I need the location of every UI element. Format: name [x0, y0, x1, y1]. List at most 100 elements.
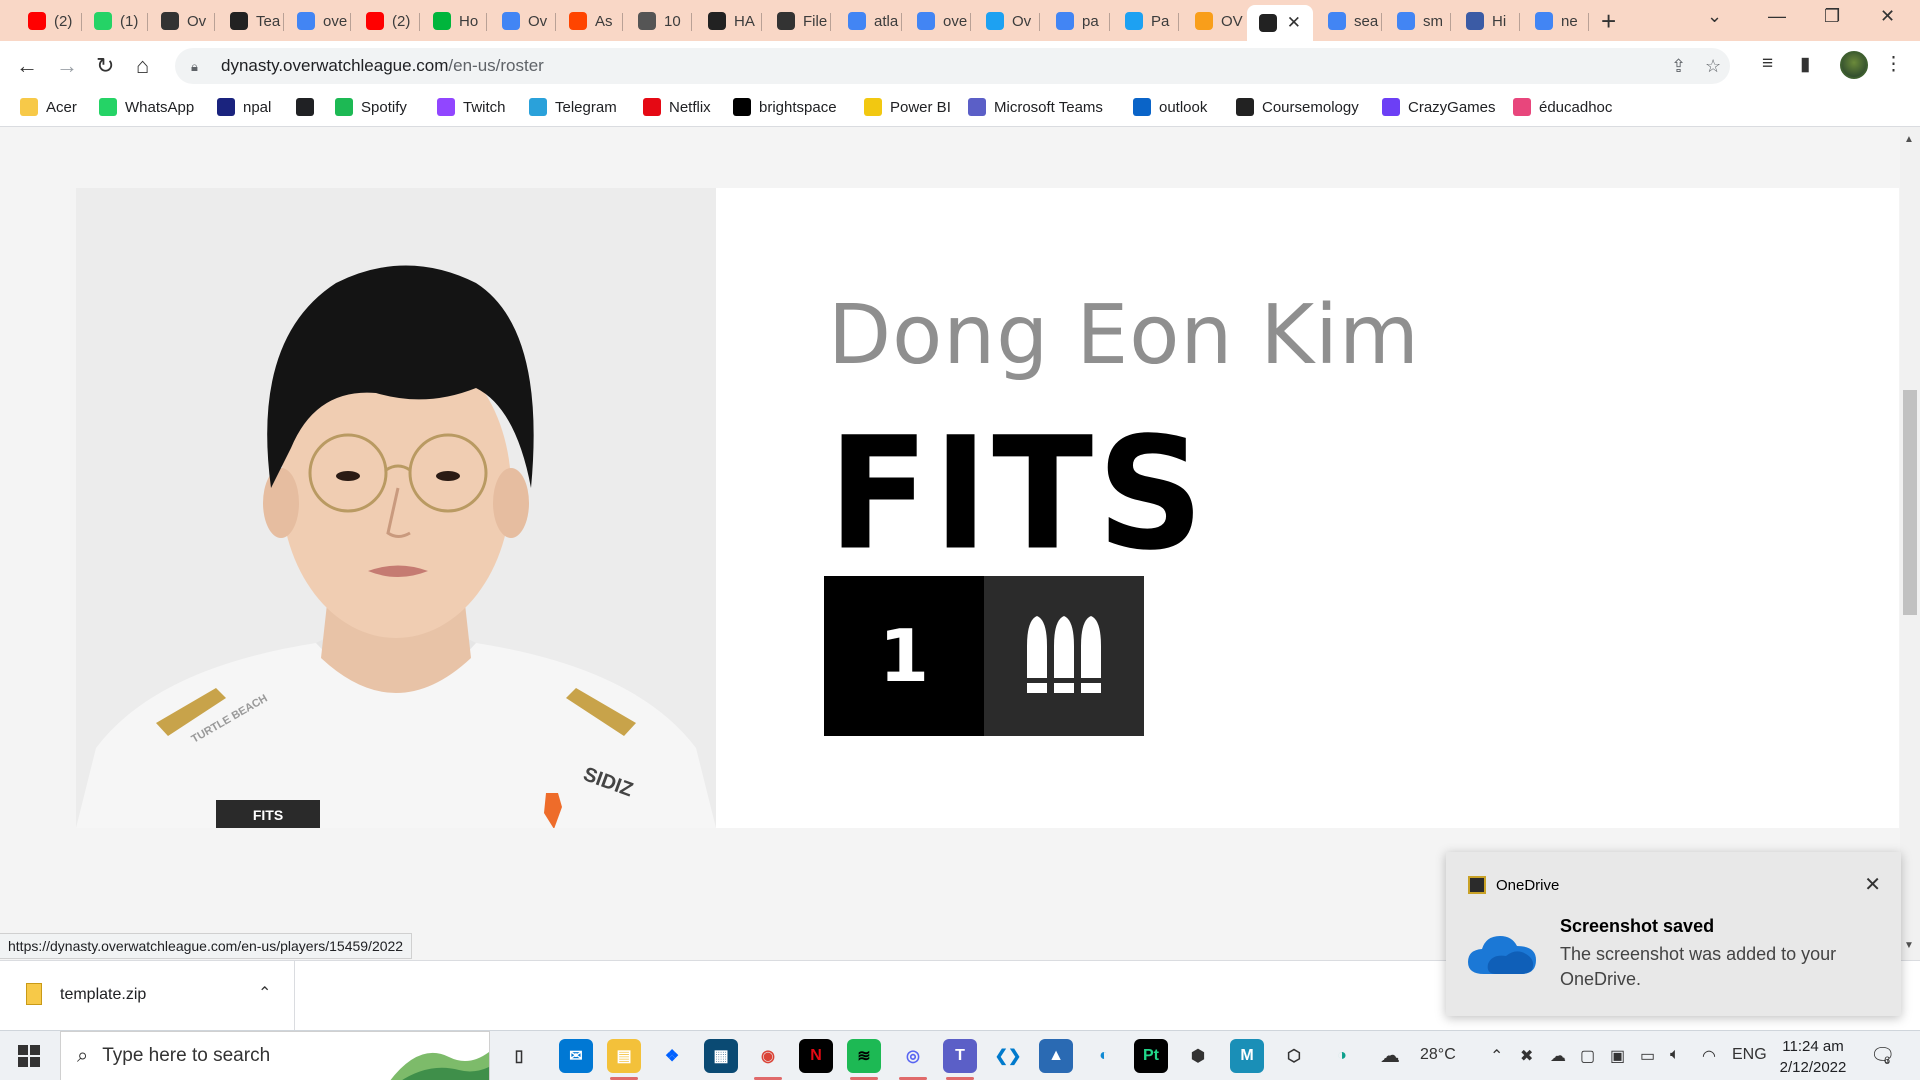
home-button[interactable]: ⌂ [136, 53, 149, 79]
reload-button[interactable]: ↻ [96, 53, 114, 79]
weather-temp[interactable]: 28°C [1420, 1046, 1456, 1064]
tab-13[interactable]: ove [905, 5, 971, 37]
unity-hub-icon[interactable]: ⬡ [1277, 1039, 1311, 1073]
tab-label: pa [1082, 12, 1099, 30]
tray-icon-2[interactable]: ▣ [1610, 1046, 1625, 1066]
share-icon[interactable]: ⇪ [1671, 56, 1686, 77]
tab-label: sea [1354, 12, 1379, 30]
address-bar[interactable]: 🔒︎ dynasty.overwatchleague.com /en-us/ro… [175, 48, 1730, 84]
scrollbar-thumb[interactable] [1903, 390, 1917, 615]
unity-icon[interactable]: ⬢ [1181, 1039, 1215, 1073]
bookmark-npal[interactable]: npal [217, 98, 271, 116]
bookmark-whatsapp[interactable]: WhatsApp [99, 98, 194, 116]
toast-close-button[interactable]: ✕ [1864, 872, 1881, 897]
restore-button[interactable]: ❐ [1824, 6, 1840, 27]
media-control-icon[interactable]: ≡ [1762, 53, 1773, 75]
bookmark-twitch[interactable]: Twitch [437, 98, 506, 116]
onedrive-notification[interactable]: OneDrive ✕ Screenshot saved The screensh… [1446, 852, 1901, 1016]
volume-icon[interactable]: 🔈︎ [1670, 1046, 1680, 1064]
chevron-up-icon[interactable]: ⌃ [1490, 1046, 1503, 1066]
weather-icon[interactable]: ☁ [1380, 1043, 1400, 1068]
taskbar-clock[interactable]: 11:24 am 2/12/2022 [1773, 1036, 1853, 1078]
onedrive-tray-icon[interactable]: ☁ [1550, 1046, 1566, 1066]
bookmark-spotify[interactable]: Spotify [335, 98, 407, 116]
dropbox-icon[interactable]: ❖ [655, 1039, 689, 1073]
edge-icon[interactable]: ◐ [1087, 1039, 1121, 1073]
bookmark-coursemology[interactable]: Coursemology [1236, 98, 1359, 116]
file-explorer-icon[interactable]: ▤ [607, 1039, 641, 1073]
tab-19[interactable]: sea [1316, 5, 1382, 37]
chrome-icon[interactable]: ◉ [751, 1039, 785, 1073]
discord-icon[interactable]: ◎ [896, 1039, 930, 1073]
tab-1[interactable]: (1) [82, 5, 148, 37]
tab-7[interactable]: Ov [490, 5, 556, 37]
bookmark-microsoft-teams[interactable]: Microsoft Teams [968, 98, 1103, 116]
tab-20[interactable]: sm [1385, 5, 1451, 37]
tray-icon[interactable]: ▢ [1580, 1046, 1595, 1066]
tab-9[interactable]: 10 [626, 5, 692, 37]
tab-search-icon[interactable]: ⌄ [1707, 6, 1722, 27]
back-button[interactable]: ← [16, 53, 38, 79]
tray-app-icon[interactable]: ✖ [1520, 1046, 1533, 1066]
download-item[interactable]: template.zip ⌃ [0, 961, 295, 1031]
scroll-up-arrow[interactable]: ▲ [1904, 134, 1914, 145]
windows-start-icon[interactable] [18, 1045, 40, 1067]
lock-icon[interactable]: 🔒︎ [191, 59, 205, 74]
taskbar-search-box[interactable]: ⌕ Type here to search [60, 1031, 490, 1080]
docs-icon[interactable]: ▦ [704, 1039, 738, 1073]
new-tab-button[interactable]: + [1601, 6, 1616, 37]
pycharm-icon[interactable]: Pt [1134, 1039, 1168, 1073]
tab-4[interactable]: ove [285, 5, 351, 37]
tab-0[interactable]: (2) [16, 5, 82, 37]
tab-2[interactable]: Ov [149, 5, 215, 37]
bookmark-acer[interactable]: Acer [20, 98, 77, 116]
tab-18[interactable]: ✕ [1247, 5, 1313, 41]
bookmark-netflix[interactable]: Netflix [643, 98, 711, 116]
bookmark-globe[interactable] [296, 98, 322, 116]
vscode-icon[interactable]: ❮❯ [991, 1039, 1025, 1073]
tab-22[interactable]: ne [1523, 5, 1589, 37]
tab-21[interactable]: Hi [1454, 5, 1520, 37]
menu-icon[interactable]: ⋮ [1884, 53, 1903, 76]
tab-8[interactable]: As [557, 5, 623, 37]
teams-icon[interactable]: T [943, 1039, 977, 1073]
side-panel-icon[interactable]: ▮ [1800, 53, 1810, 76]
spotify-icon[interactable]: ≋ [847, 1039, 881, 1073]
notification-center-icon[interactable]: 🗨︎ [1870, 1043, 1895, 1068]
tab-16[interactable]: Pa [1113, 5, 1179, 37]
tab-5[interactable]: (2) [354, 5, 420, 37]
bookmark-star-icon[interactable]: ☆ [1705, 56, 1721, 77]
scroll-down-arrow[interactable]: ▼ [1904, 940, 1914, 951]
photos-icon[interactable]: ▲ [1039, 1039, 1073, 1073]
tab-15[interactable]: pa [1044, 5, 1110, 37]
tab-12[interactable]: atla [836, 5, 902, 37]
edge-dev-icon[interactable]: ◑ [1325, 1039, 1359, 1073]
wifi-icon[interactable]: ◠ [1702, 1046, 1716, 1066]
bookmark-brightspace[interactable]: brightspace [733, 98, 837, 116]
dynasty-flag-icon [230, 12, 248, 30]
battery-icon[interactable]: ▭ [1640, 1046, 1655, 1066]
close-tab-icon[interactable]: ✕ [1287, 13, 1301, 33]
tab-label: Ho [459, 12, 479, 30]
close-window-button[interactable]: ✕ [1880, 6, 1895, 27]
tab-14[interactable]: Ov [974, 5, 1040, 37]
tab-6[interactable]: Ho [421, 5, 487, 37]
bookmark-outlook[interactable]: outlook [1133, 98, 1207, 116]
tab-10[interactable]: HA [696, 5, 762, 37]
forward-button[interactable]: → [56, 53, 78, 79]
tab-17[interactable]: OV [1183, 5, 1249, 37]
profile-avatar[interactable] [1840, 51, 1868, 79]
maya-icon[interactable]: M [1230, 1039, 1264, 1073]
bookmark--ducadhoc[interactable]: éducadhoc [1513, 98, 1612, 116]
netflix-icon[interactable]: N [799, 1039, 833, 1073]
bookmark-crazygames[interactable]: CrazyGames [1382, 98, 1496, 116]
tab-3[interactable]: Tea [218, 5, 284, 37]
mail-icon[interactable]: ✉ [559, 1039, 593, 1073]
bookmark-power-bi[interactable]: Power BI [864, 98, 951, 116]
minimize-button[interactable]: — [1768, 6, 1786, 27]
tab-11[interactable]: File [765, 5, 831, 37]
bookmark-telegram[interactable]: Telegram [529, 98, 617, 116]
task-view-icon[interactable]: ▯ [502, 1039, 536, 1073]
language-indicator[interactable]: ENG [1732, 1046, 1767, 1064]
chevron-up-icon[interactable]: ⌃ [258, 983, 271, 1003]
